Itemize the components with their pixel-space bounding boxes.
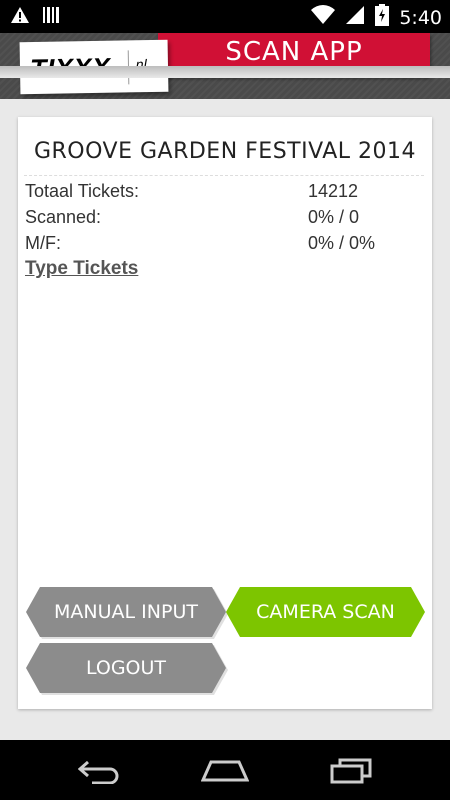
type-tickets-link[interactable]: Type Tickets xyxy=(25,258,138,280)
wifi-icon xyxy=(311,5,336,30)
navigation-bar xyxy=(0,740,450,800)
signal-icon xyxy=(345,5,365,30)
camera-scan-button[interactable]: CAMERA SCAN xyxy=(226,587,425,637)
stat-row-scanned: Scanned: 0% / 0 xyxy=(25,207,359,228)
stat-row-mf: M/F: 0% / 0% xyxy=(25,233,375,254)
event-card: GROOVE GARDEN FESTIVAL 2014 Totaal Ticke… xyxy=(18,117,432,709)
status-right-icons: 5:40 xyxy=(311,4,442,31)
stat-value-mf: 0% / 0% xyxy=(308,233,376,253)
status-left-icons xyxy=(10,6,60,29)
stat-label-mf: M/F: xyxy=(25,233,61,253)
header-shadow xyxy=(0,66,450,78)
stat-label-scanned: Scanned: xyxy=(25,207,102,227)
warning-icon xyxy=(10,6,30,29)
barcode-icon xyxy=(42,6,60,29)
logout-button[interactable]: LOGOUT xyxy=(26,643,226,693)
status-time: 5:40 xyxy=(399,6,442,29)
stat-label-total: Totaal Tickets: xyxy=(25,181,140,201)
header-title: SCAN APP xyxy=(225,37,363,67)
title-divider xyxy=(24,175,424,176)
event-title: GROOVE GARDEN FESTIVAL 2014 xyxy=(33,139,417,164)
manual-input-button[interactable]: MANUAL INPUT xyxy=(26,587,226,637)
recent-apps-icon[interactable] xyxy=(330,758,372,789)
home-icon[interactable] xyxy=(200,758,250,789)
stat-row-total: Totaal Tickets: 14212 xyxy=(25,181,358,202)
battery-charging-icon xyxy=(375,4,390,31)
stat-value-total: 14212 xyxy=(308,181,359,201)
stat-value-scanned: 0% / 0 xyxy=(308,207,360,227)
status-bar: 5:40 xyxy=(0,0,450,33)
back-icon[interactable] xyxy=(77,758,122,789)
